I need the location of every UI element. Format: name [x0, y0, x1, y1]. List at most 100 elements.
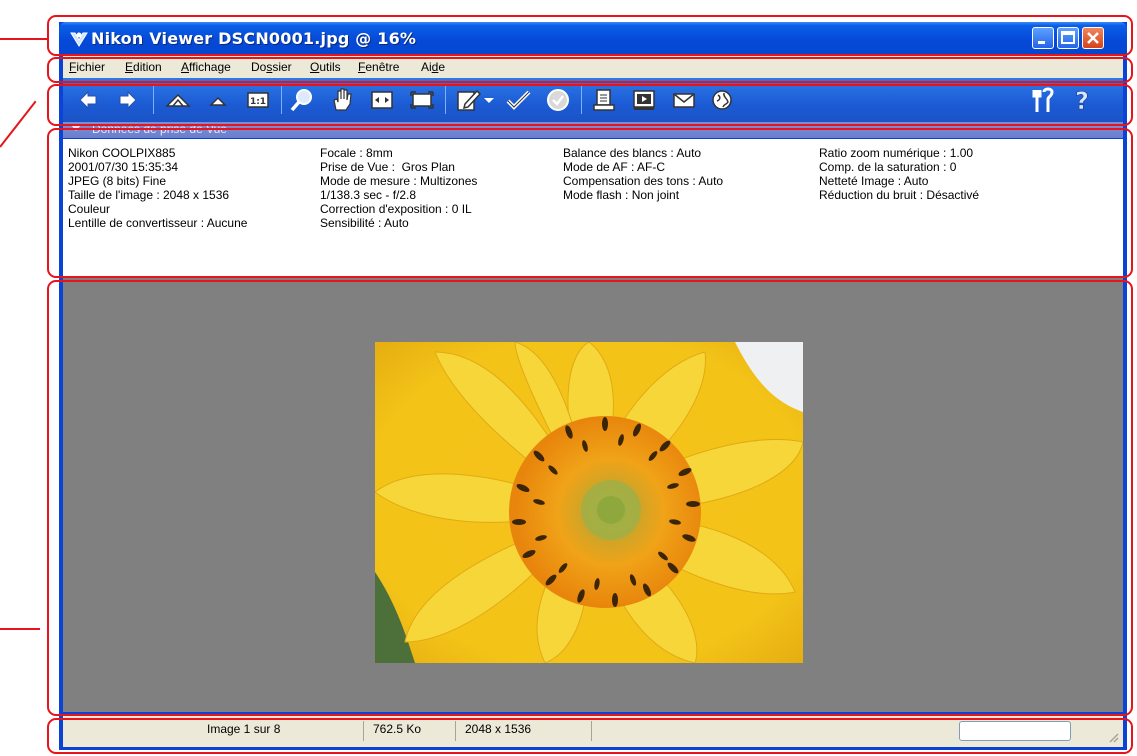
image-viewer-area[interactable] [63, 278, 1123, 712]
meta-line: Mode de mesure : Multizones [320, 174, 478, 188]
zoom-in-icon [165, 93, 191, 107]
status-divider [363, 721, 364, 741]
nikon-viewer-icon [70, 32, 88, 47]
title-bar[interactable]: Nikon Viewer DSCN0001.jpg @ 16% [59, 22, 1127, 56]
toolbar-separator [445, 86, 446, 114]
full-screen-icon [410, 91, 434, 109]
status-image-position: Image 1 sur 8 [207, 722, 281, 736]
svg-text:?: ? [1075, 87, 1089, 114]
status-divider [591, 721, 592, 741]
shooting-data-panel: Nikon COOLPIX885 2001/07/30 15:35:34 JPE… [63, 139, 1123, 276]
window-title: Nikon Viewer DSCN0001.jpg @ 16% [91, 29, 417, 48]
leader-line-viewer [0, 628, 40, 630]
help-button[interactable]: ? [1067, 85, 1097, 115]
meta-line: Correction d'exposition : 0 IL [320, 202, 472, 216]
meta-line: 2001/07/30 15:35:34 [68, 160, 179, 174]
menu-aide[interactable]: Aide [421, 60, 445, 74]
print-button[interactable] [589, 85, 619, 115]
toolbar-separator [581, 86, 582, 114]
next-icon [119, 90, 137, 110]
next-button[interactable] [113, 85, 143, 115]
status-divider [455, 721, 456, 741]
menu-fenetre[interactable]: Fenêtre [358, 60, 399, 74]
help-icon: ? [1075, 87, 1090, 114]
shooting-data-header[interactable]: Données de prise de Vue [63, 122, 1123, 138]
sunflower-image [375, 342, 803, 663]
menu-dossier[interactable]: Dossier [251, 60, 292, 74]
minimize-icon [1038, 41, 1045, 44]
settings-button[interactable] [1029, 85, 1059, 115]
meta-column-1: Nikon COOLPIX885 2001/07/30 15:35:34 JPE… [68, 146, 247, 230]
edit-icon [457, 89, 482, 111]
meta-line: JPEG (8 bits) Fine [68, 174, 167, 188]
edit-dropdown-button[interactable] [481, 85, 497, 115]
status-dimensions: 2048 x 1536 [465, 722, 532, 736]
menu-edition[interactable]: Edition [125, 60, 162, 74]
shooting-data-title: Données de prise de Vue [92, 122, 227, 136]
meta-line: Prise de Vue : Gros Plan [320, 160, 455, 174]
meta-line: Taille de l'image : 2048 x 1536 [68, 188, 230, 202]
previous-button[interactable] [73, 85, 103, 115]
fit-window-button[interactable] [367, 85, 397, 115]
status-bar: Image 1 sur 8 762.5 Ko 2048 x 1536 [63, 714, 1123, 747]
actual-size-icon: 1:1 [247, 92, 269, 108]
meta-column-4: Ratio zoom numérique : 1.00 Comp. de la … [819, 146, 979, 202]
meta-line: 1/138.3 sec - f/2.8 [320, 188, 417, 202]
dropdown-icon [484, 98, 494, 103]
close-icon [1087, 32, 1099, 44]
edit-button[interactable] [453, 85, 483, 115]
collapse-arrow-icon [71, 125, 81, 131]
menu-outils[interactable]: Outils [310, 60, 341, 74]
minimize-button[interactable] [1032, 27, 1054, 49]
toolbar-separator [281, 86, 282, 114]
svg-text:1:1: 1:1 [250, 97, 266, 107]
fit-window-icon [371, 91, 393, 109]
slideshow-button[interactable] [629, 85, 659, 115]
meta-line: Nikon COOLPIX885 [68, 146, 176, 160]
slideshow-icon [633, 90, 655, 110]
zoom-out-icon [209, 96, 227, 106]
full-screen-button[interactable] [407, 85, 437, 115]
resize-grip-icon[interactable] [1107, 731, 1119, 743]
toolbar: 1:1 ? [63, 78, 1123, 122]
menu-bar: Fichier Edition Affichage Dossier Outils… [63, 56, 1123, 78]
sunflower-photo[interactable] [375, 342, 803, 663]
magnifier-icon [290, 89, 312, 112]
leader-line-toolbar [0, 100, 37, 148]
menu-affichage[interactable]: Affichage [181, 60, 231, 74]
meta-line: Focale : 8mm [320, 146, 393, 160]
meta-line: Mode de AF : AF-C [563, 160, 666, 174]
menu-fichier[interactable]: Fichier [69, 60, 105, 74]
meta-line: Couleur [68, 202, 111, 216]
meta-line: Lentille de convertisseur : Aucune [68, 216, 248, 230]
settings-icon [1032, 87, 1054, 112]
zoom-out-button[interactable] [203, 85, 233, 115]
actual-size-button[interactable]: 1:1 [243, 85, 273, 115]
web-button[interactable] [707, 85, 737, 115]
meta-line: Ratio zoom numérique : 1.00 [819, 146, 974, 160]
maximize-icon [1061, 31, 1075, 44]
status-progress-field [959, 721, 1071, 741]
meta-column-2: Focale : 8mm Prise de Vue : Gros Plan Mo… [320, 146, 477, 230]
meta-line: Compensation des tons : Auto [563, 174, 724, 188]
protect-button[interactable] [543, 85, 573, 115]
protect-icon [547, 89, 569, 111]
meta-line: Réduction du bruit : Désactivé [819, 188, 980, 202]
check-button[interactable] [503, 85, 533, 115]
meta-line: Balance des blancs : Auto [563, 146, 702, 160]
magnifier-button[interactable] [287, 85, 317, 115]
email-icon [673, 93, 695, 108]
zoom-in-button[interactable] [163, 85, 193, 115]
meta-line: Sensibilité : Auto [320, 216, 409, 230]
app-window: Nikon Viewer DSCN0001.jpg @ 16% Fichier … [59, 22, 1127, 750]
web-icon [712, 90, 732, 110]
maximize-button[interactable] [1057, 27, 1079, 49]
meta-line: Mode flash : Non joint [563, 188, 680, 202]
email-button[interactable] [669, 85, 699, 115]
close-button[interactable] [1082, 27, 1104, 49]
meta-column-3: Balance des blancs : Auto Mode de AF : A… [563, 146, 723, 202]
hand-button[interactable] [327, 85, 357, 115]
status-file-size: 762.5 Ko [373, 722, 422, 736]
check-icon [506, 90, 531, 110]
meta-line: Comp. de la saturation : 0 [819, 160, 957, 174]
